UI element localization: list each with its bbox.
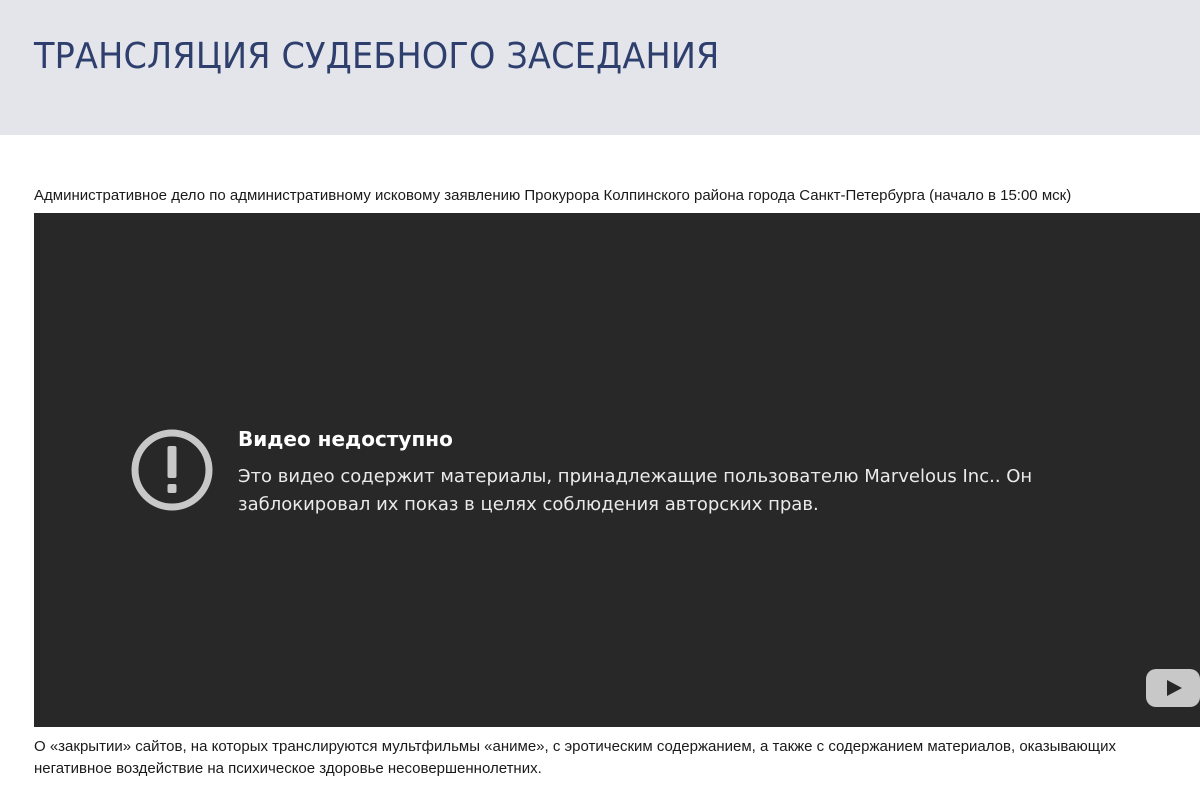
video-player[interactable]: Видео недоступно Это видео содержит мате… — [34, 213, 1200, 727]
video-error-message: Это видео содержит материалы, принадлежа… — [238, 466, 1033, 515]
page-title: ТРАНСЛЯЦИЯ СУДЕБНОГО ЗАСЕДАНИЯ — [34, 36, 720, 77]
youtube-logo-icon[interactable] — [1146, 669, 1200, 707]
video-error-title: Видео недоступно — [238, 427, 453, 451]
header-band: ТРАНСЛЯЦИЯ СУДЕБНОГО ЗАСЕДАНИЯ — [0, 0, 1200, 135]
footer-text: О «закрытии» сайтов, на которых транслир… — [34, 738, 1116, 777]
page: ТРАНСЛЯЦИЯ СУДЕБНОГО ЗАСЕДАНИЯ Администр… — [0, 0, 1200, 792]
exclamation-circle-icon — [131, 429, 213, 511]
case-caption: Административное дело по административно… — [34, 187, 1072, 204]
